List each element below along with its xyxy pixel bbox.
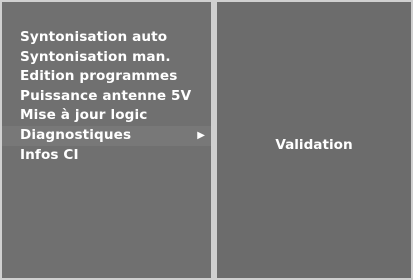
screen-frame bbox=[0, 0, 413, 280]
tv-setup-menu: Syntonisation auto Syntonisation man. Ed… bbox=[0, 0, 413, 280]
